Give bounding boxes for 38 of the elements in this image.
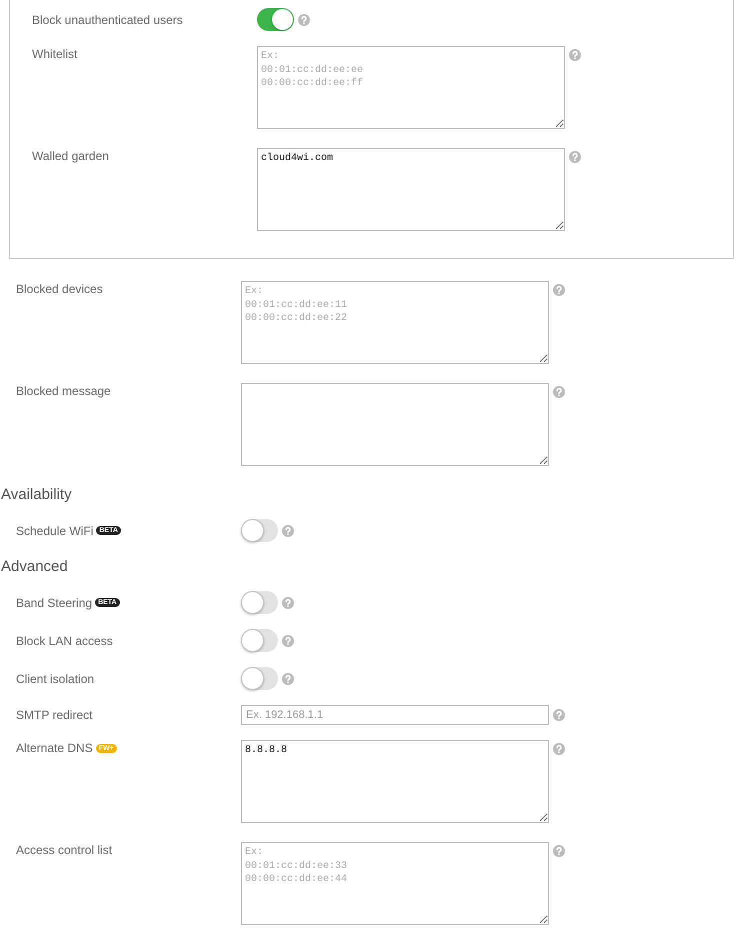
field-label: Band Steering: [16, 594, 92, 610]
field-label: Block LAN access: [16, 632, 113, 648]
field-label: SMTP redirect: [16, 707, 92, 723]
field-label: Block unauthenticated users: [32, 12, 183, 28]
text-area-field[interactable]: cloud4wi.com: [257, 148, 565, 231]
help-icon[interactable]: [282, 596, 294, 608]
field-label: Walled garden: [32, 148, 109, 164]
field-label: Whitelist: [32, 46, 78, 62]
field-label: Alternate DNS: [16, 740, 93, 756]
text-area-field[interactable]: Ex: 00:01:cc:dd:ee:33 00:00:cc:dd:ee:44: [241, 842, 549, 925]
help-icon[interactable]: [553, 386, 565, 398]
help-icon[interactable]: [553, 845, 565, 857]
toggle-switch[interactable]: [241, 629, 278, 652]
input-field[interactable]: Ex. 192.168.1.1: [241, 705, 549, 725]
field-label: Client isolation: [16, 670, 94, 686]
help-icon[interactable]: [282, 634, 294, 646]
text-area-field[interactable]: Ex: 00:01:cc:dd:ee:ee 00:00:cc:dd:ee:ff: [257, 46, 565, 129]
text-area-field[interactable]: 8.8.8.8: [241, 740, 549, 823]
text-area-field[interactable]: [241, 383, 549, 466]
section-heading: Availability: [0, 485, 73, 505]
field-label: Blocked devices: [16, 281, 103, 297]
help-icon[interactable]: [282, 524, 294, 536]
field-label: Schedule WiFi: [16, 522, 94, 538]
toggle-switch[interactable]: [257, 8, 294, 31]
help-icon[interactable]: [553, 743, 565, 755]
toggle-switch[interactable]: [241, 591, 278, 614]
section-heading: Advanced: [0, 557, 69, 577]
help-icon[interactable]: [553, 709, 565, 721]
text-area-field[interactable]: Ex: 00:01:cc:dd:ee:11 00:00:cc:dd:ee:22: [241, 281, 549, 364]
help-icon[interactable]: [569, 49, 581, 61]
toggle-switch[interactable]: [241, 667, 278, 690]
help-icon[interactable]: [569, 151, 581, 163]
help-icon[interactable]: [282, 672, 294, 684]
field-label: Access control list: [16, 842, 112, 858]
toggle-switch[interactable]: [241, 519, 278, 542]
field-label: Blocked message: [16, 383, 111, 399]
help-icon[interactable]: [553, 284, 565, 296]
help-icon[interactable]: [298, 14, 310, 26]
